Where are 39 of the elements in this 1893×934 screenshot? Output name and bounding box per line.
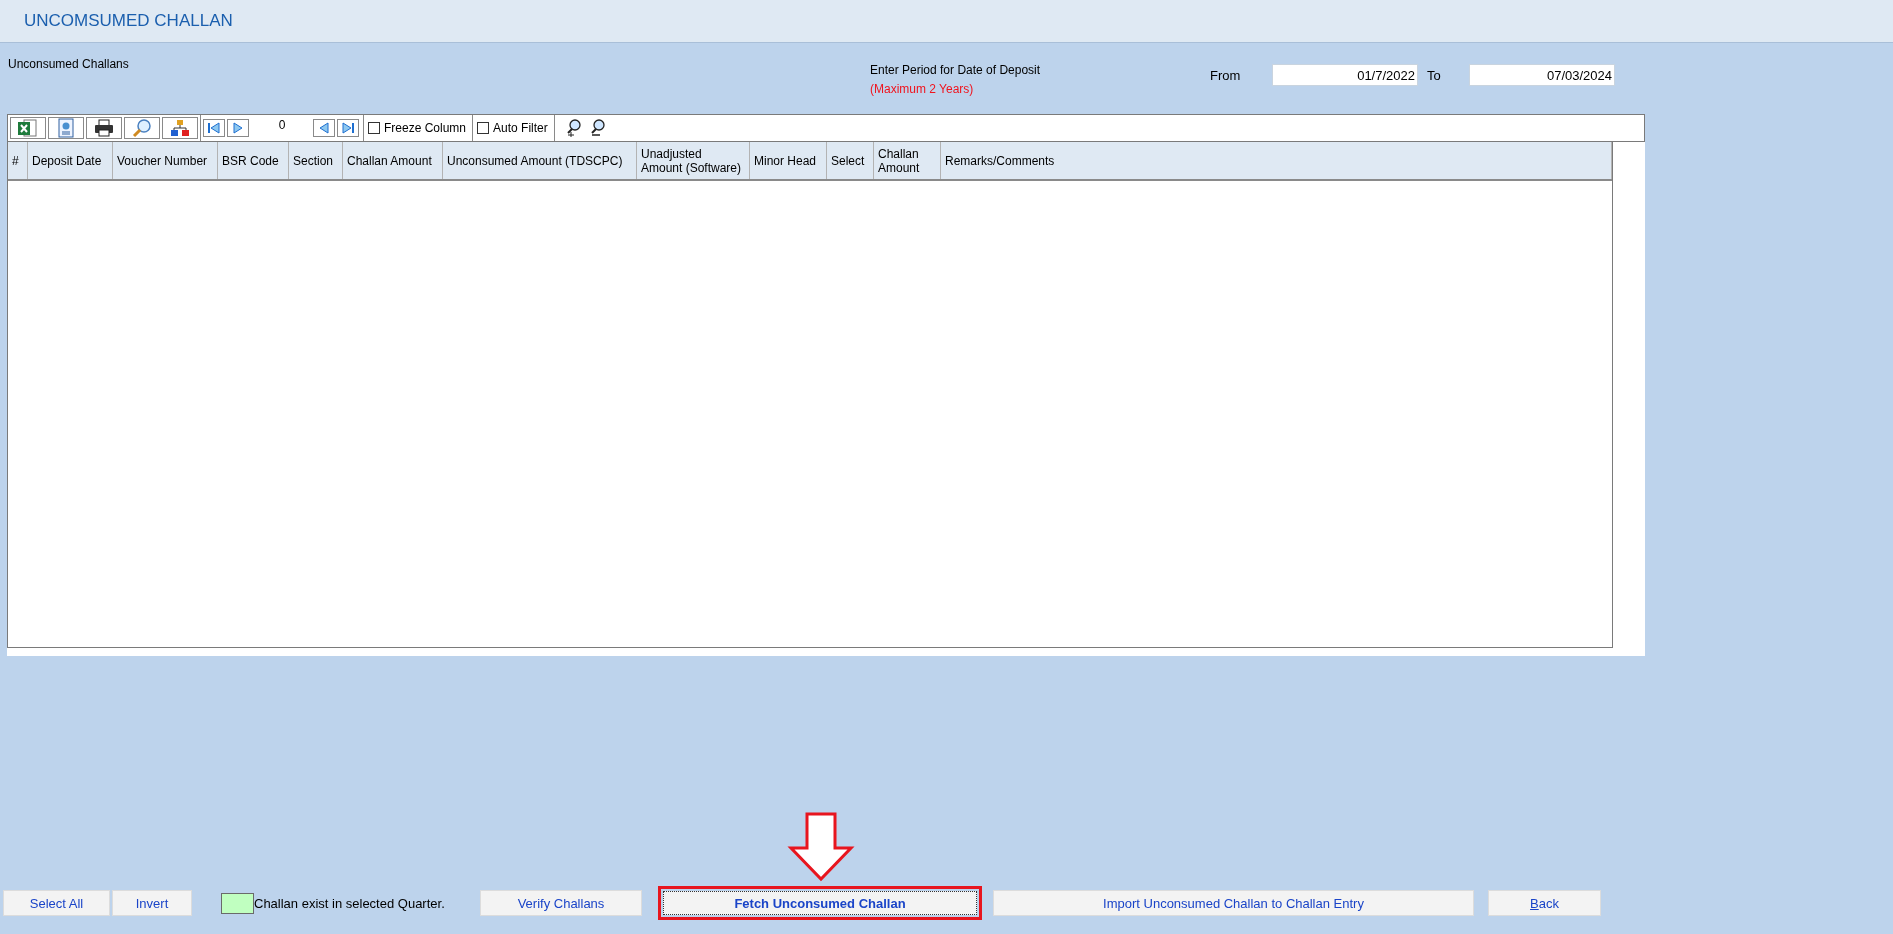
period-note: (Maximum 2 Years)	[870, 82, 975, 96]
to-date-field[interactable]: 07/03/2024	[1469, 64, 1615, 86]
column-header: #	[8, 142, 28, 179]
period-label: Enter Period for Date of Deposit	[870, 63, 1042, 77]
column-header: Select	[827, 142, 874, 179]
excel-icon[interactable]	[10, 117, 46, 139]
action-button[interactable]: Import Unconsumed Challan to Challan Entry	[993, 890, 1474, 916]
toolbar-checkbox[interactable]: Freeze Column	[364, 115, 474, 141]
to-label: To	[1426, 67, 1442, 83]
column-header: BSR Code	[218, 142, 289, 179]
legend-label: Challan exist in selected Quarter.	[254, 895, 445, 911]
window-title: UNCOMSUMED CHALLAN	[24, 11, 233, 31]
previous-record-icon[interactable]	[313, 119, 335, 137]
action-button[interactable]: Verify Challans	[480, 890, 642, 916]
printer-icon[interactable]	[86, 117, 122, 139]
action-button[interactable]: Fetch Unconsumed Challan	[663, 891, 977, 915]
column-header: Challan Amount	[874, 142, 941, 179]
column-header: Section	[289, 142, 343, 179]
action-button[interactable]: Back	[1488, 890, 1601, 916]
down-arrow-icon	[787, 812, 855, 882]
selection-button[interactable]: Select All	[3, 890, 110, 916]
toolbar-checkbox[interactable]: Auto Filter	[473, 115, 555, 141]
column-header: Deposit Date	[28, 142, 113, 179]
column-header: Voucher Number	[113, 142, 218, 179]
selection-button[interactable]: Invert	[112, 890, 192, 916]
column-header: Challan Amount	[343, 142, 443, 179]
record-count: 0	[277, 118, 287, 132]
next-record-icon[interactable]	[227, 119, 249, 137]
column-header: Remarks/Comments	[941, 142, 1612, 179]
hierarchy-icon[interactable]	[162, 117, 198, 139]
column-header: Minor Head	[750, 142, 827, 179]
column-header: Unconsumed Amount (TDSCPC)	[443, 142, 637, 179]
magnifier-icon[interactable]	[124, 117, 160, 139]
section-label: Unconsumed Challans	[8, 57, 130, 73]
from-label: From	[1210, 67, 1242, 83]
from-date-field[interactable]: 01/7/2022	[1272, 64, 1418, 86]
first-record-icon[interactable]	[203, 119, 225, 137]
last-record-icon[interactable]	[337, 119, 359, 137]
column-header: Unadjusted Amount (Software)	[637, 142, 750, 179]
